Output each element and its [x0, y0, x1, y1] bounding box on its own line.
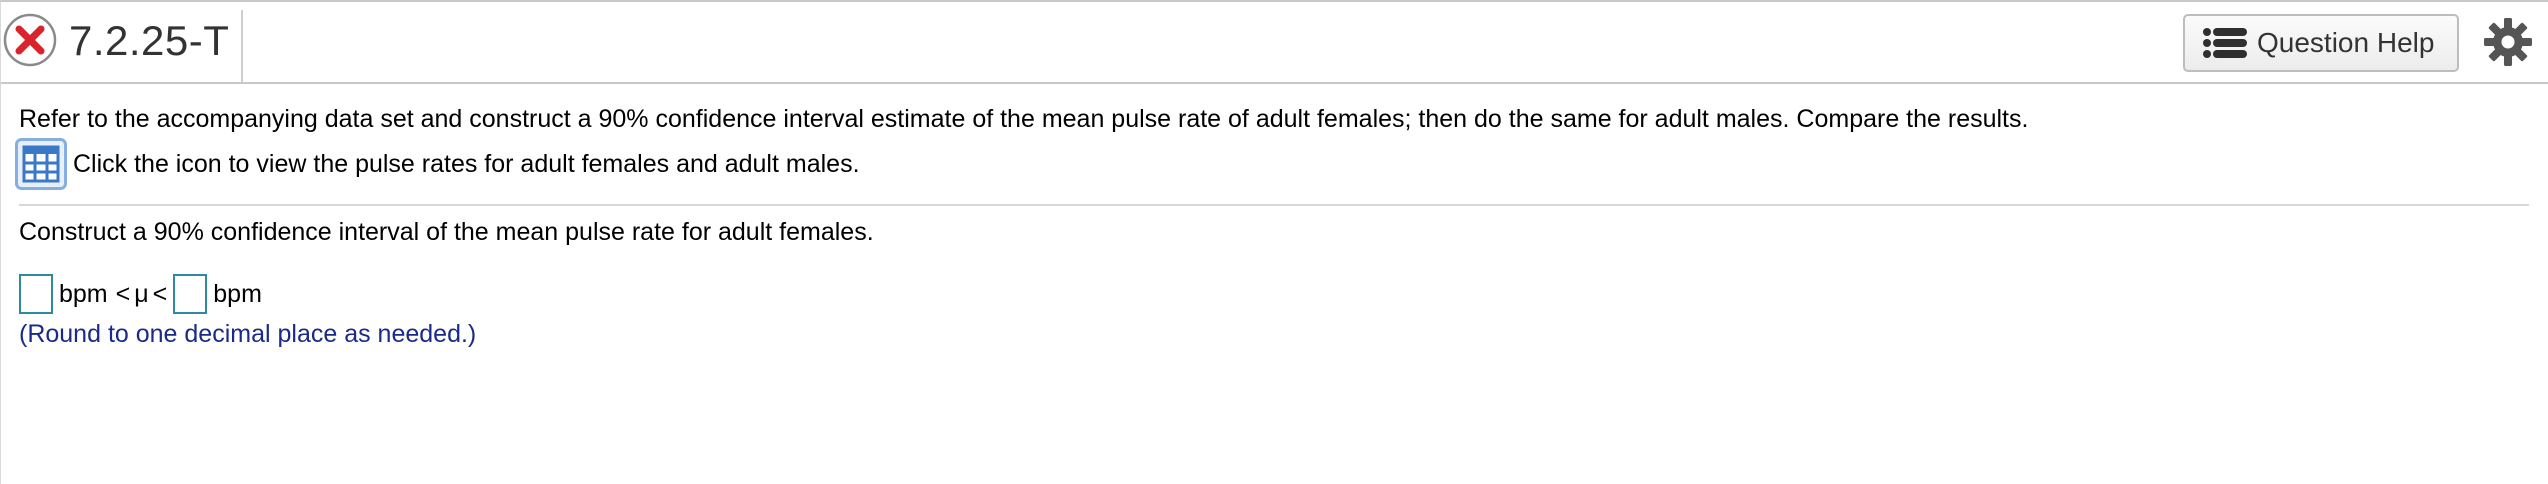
question-page: 7.2.25-T Question Help Refer to the acco…: [0, 0, 2548, 484]
question-id: 7.2.25-T: [69, 17, 230, 64]
table-grid-icon[interactable]: [15, 138, 67, 190]
question-help-button[interactable]: Question Help: [2183, 14, 2459, 72]
less-than-symbol: <: [115, 280, 131, 308]
lower-unit-label: bpm: [59, 280, 108, 308]
rounding-hint: (Round to one decimal place as needed.): [19, 320, 477, 348]
x-circle-icon: [3, 13, 57, 67]
less-than-symbol-2: <: [152, 280, 168, 308]
header-divider: [241, 10, 243, 82]
lower-bound-input[interactable]: [19, 274, 53, 314]
data-table-link-row: Click the icon to view the pulse rates f…: [15, 136, 860, 192]
confidence-interval-answer: bpm < μ < bpm: [19, 274, 268, 314]
upper-unit-label: bpm: [213, 280, 262, 308]
section-divider: [19, 204, 2529, 206]
data-table-link-text: Click the icon to view the pulse rates f…: [73, 150, 860, 178]
mu-symbol: μ: [134, 280, 149, 308]
gear-icon[interactable]: [2481, 15, 2535, 69]
part-prompt: Construct a 90% confidence interval of t…: [19, 218, 874, 246]
list-icon: [2203, 28, 2247, 58]
question-header: 7.2.25-T Question Help: [1, 2, 2548, 84]
question-intro: Refer to the accompanying data set and c…: [19, 105, 2029, 133]
question-help-label: Question Help: [2257, 27, 2435, 58]
upper-bound-input[interactable]: [173, 274, 208, 314]
